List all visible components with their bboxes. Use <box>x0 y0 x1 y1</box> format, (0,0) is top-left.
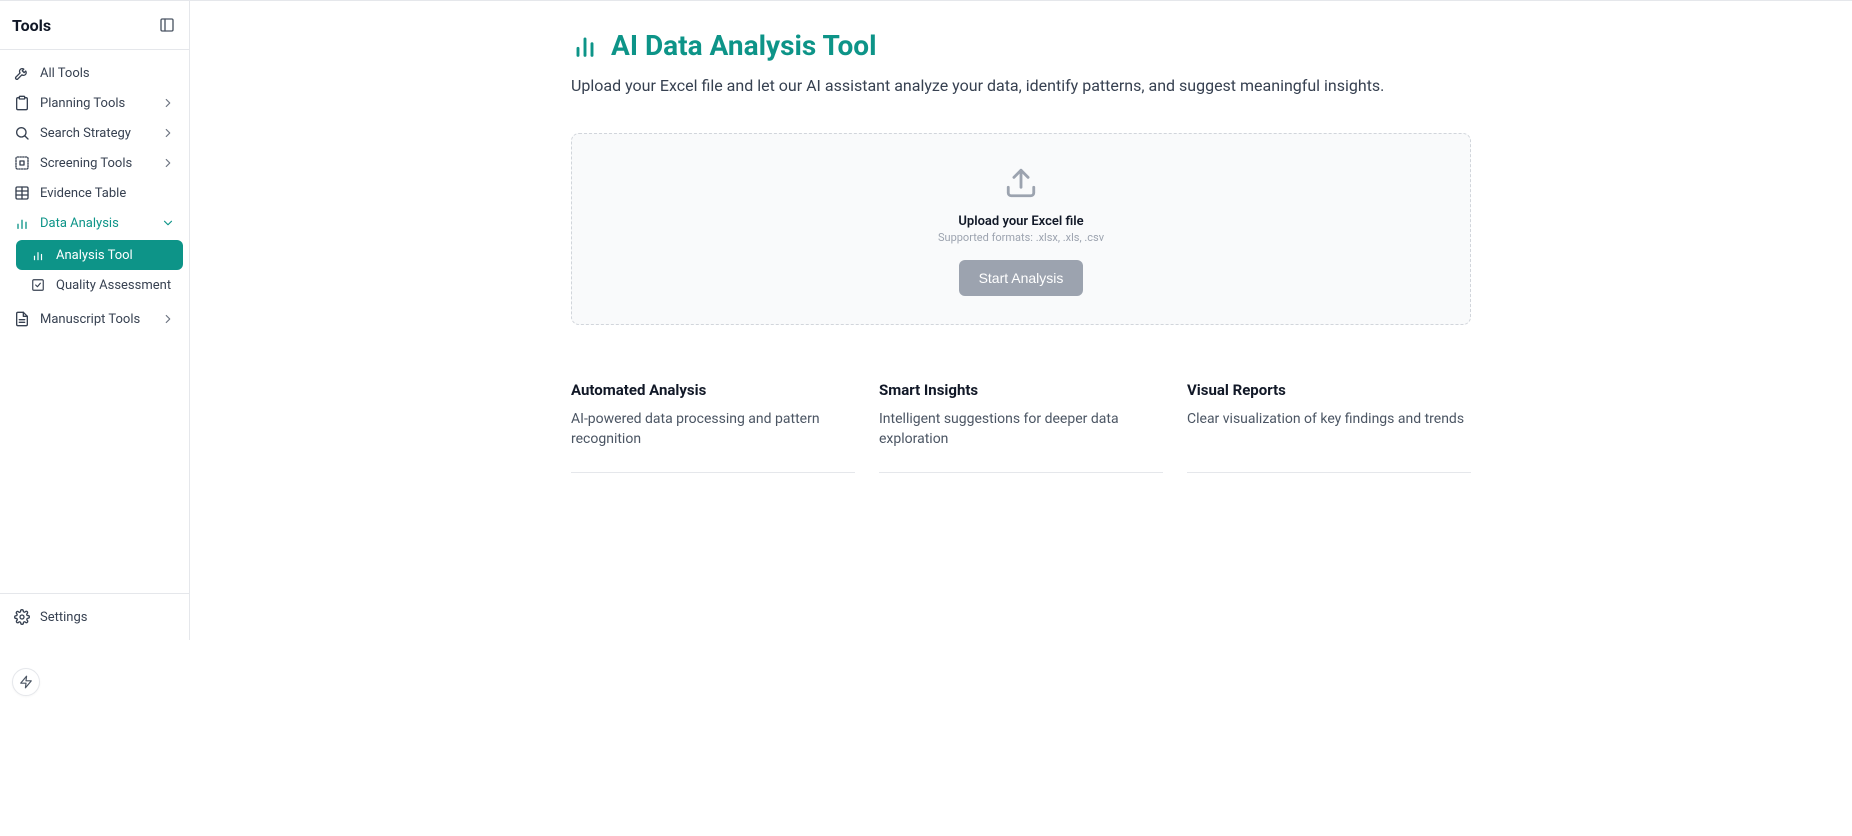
sidebar-collapse-button[interactable] <box>157 15 177 35</box>
sidebar-item-label: Screening Tools <box>40 156 132 171</box>
sidebar-item-label: Analysis Tool <box>56 248 133 263</box>
sidebar-item-label: Planning Tools <box>40 96 125 111</box>
sidebar-item-label: Search Strategy <box>40 126 131 141</box>
sidebar-item-label: Data Analysis <box>40 216 119 231</box>
page-title-row: AI Data Analysis Tool <box>571 29 1471 62</box>
sidebar-item-label: Settings <box>40 610 87 625</box>
sidebar-header: Tools <box>0 1 189 50</box>
feature-title: Visual Reports <box>1187 381 1471 399</box>
sidebar-item-data-analysis[interactable]: Data Analysis <box>6 208 183 238</box>
sidebar-item-quality-assessment[interactable]: Quality Assessment <box>16 270 183 300</box>
sidebar-item-manuscript-tools[interactable]: Manuscript Tools <box>6 304 183 334</box>
sidebar-item-label: Evidence Table <box>40 186 126 201</box>
upload-zone[interactable]: Upload your Excel file Supported formats… <box>571 133 1471 325</box>
subnav-data-analysis: Analysis Tool Quality Assessment <box>6 240 183 300</box>
chevron-right-icon <box>161 96 175 110</box>
sidebar-item-planning-tools[interactable]: Planning Tools <box>6 88 183 118</box>
feature-visual-reports: Visual Reports Clear visualization of ke… <box>1187 365 1471 473</box>
start-analysis-button[interactable]: Start Analysis <box>959 260 1084 296</box>
bar-chart-icon <box>14 215 30 231</box>
lightning-icon <box>19 675 33 689</box>
feature-title: Automated Analysis <box>571 381 855 399</box>
main-content: AI Data Analysis Tool Upload your Excel … <box>190 1 1852 640</box>
upload-icon <box>1004 166 1038 200</box>
upload-heading: Upload your Excel file <box>592 214 1450 229</box>
sidebar-item-screening-tools[interactable]: Screening Tools <box>6 148 183 178</box>
chevron-right-icon <box>161 312 175 326</box>
chevron-right-icon <box>161 156 175 170</box>
file-text-icon <box>14 311 30 327</box>
sidebar-body: All Tools Planning Tools Search Strategy <box>0 50 189 593</box>
sidebar-item-label: Manuscript Tools <box>40 312 140 327</box>
wrench-icon <box>14 65 30 81</box>
sidebar: Tools All Tools Planning Tools <box>0 1 190 640</box>
sidebar-item-evidence-table[interactable]: Evidence Table <box>6 178 183 208</box>
features-row: Automated Analysis AI-powered data proce… <box>571 365 1471 473</box>
feature-desc: AI-powered data processing and pattern r… <box>571 409 855 450</box>
feature-desc: Clear visualization of key findings and … <box>1187 409 1471 429</box>
quick-action-button[interactable] <box>12 668 40 696</box>
sidebar-item-all-tools[interactable]: All Tools <box>6 58 183 88</box>
sidebar-item-analysis-tool[interactable]: Analysis Tool <box>16 240 183 270</box>
feature-automated-analysis: Automated Analysis AI-powered data proce… <box>571 365 855 473</box>
upload-formats: Supported formats: .xlsx, .xls, .csv <box>592 231 1450 244</box>
check-square-icon <box>30 277 46 293</box>
sidebar-item-settings[interactable]: Settings <box>6 602 183 632</box>
sidebar-footer: Settings <box>0 593 189 640</box>
table-icon <box>14 185 30 201</box>
sidebar-item-label: All Tools <box>40 66 90 81</box>
chevron-down-icon <box>161 216 175 230</box>
sidebar-item-search-strategy[interactable]: Search Strategy <box>6 118 183 148</box>
feature-title: Smart Insights <box>879 381 1163 399</box>
page-subtitle: Upload your Excel file and let our AI as… <box>571 76 1471 95</box>
bar-chart-icon <box>571 32 599 60</box>
page-title: AI Data Analysis Tool <box>611 29 877 62</box>
chevron-right-icon <box>161 126 175 140</box>
settings-icon <box>14 609 30 625</box>
bar-chart-icon <box>30 247 46 263</box>
search-icon <box>14 125 30 141</box>
sidebar-title: Tools <box>12 16 51 35</box>
feature-smart-insights: Smart Insights Intelligent suggestions f… <box>879 365 1163 473</box>
sidebar-item-label: Quality Assessment <box>56 278 171 293</box>
feature-desc: Intelligent suggestions for deeper data … <box>879 409 1163 450</box>
panel-left-icon <box>159 17 175 33</box>
clipboard-icon <box>14 95 30 111</box>
grid-dots-icon <box>14 155 30 171</box>
